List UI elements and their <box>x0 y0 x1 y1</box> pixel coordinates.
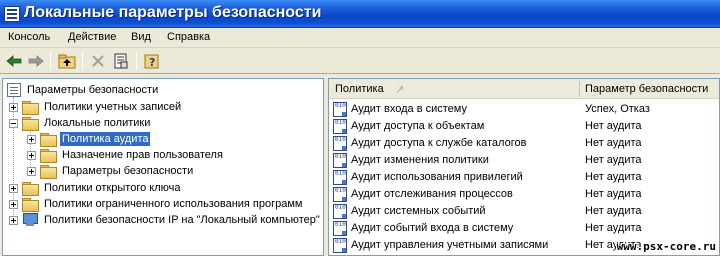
folder-open-icon <box>22 116 39 131</box>
tree-item-label: Назначение прав пользователя <box>62 149 223 161</box>
tree-item-label: Политики ограниченного использования про… <box>44 198 303 210</box>
up-folder-icon[interactable] <box>57 51 77 71</box>
table-row[interactable]: 010101 Аудит входа в систему Успех, Отказ <box>329 101 719 118</box>
cell-setting: Нет аудита <box>585 137 642 149</box>
menu-console[interactable]: Консоль <box>8 31 50 43</box>
menu-help[interactable]: Справка <box>167 31 210 43</box>
policy-setting-icon: 010101 <box>333 153 347 168</box>
cell-setting: Нет аудита <box>585 222 642 234</box>
tree-item-local-policies[interactable]: Локальные политики <box>9 115 152 131</box>
tree-item-root[interactable]: Параметры безопасности <box>7 82 160 98</box>
policy-setting-icon: 010101 <box>333 204 347 219</box>
toolbar-separator <box>136 52 137 70</box>
column-separator[interactable] <box>579 81 580 97</box>
svg-text:?: ? <box>149 56 155 69</box>
cell-policy: Аудит системных событий <box>351 205 486 217</box>
menu-bar: Консоль Действие Вид Справка <box>0 28 720 48</box>
policy-setting-icon: 010101 <box>333 136 347 151</box>
cell-policy: Аудит событий входа в систему <box>351 222 514 234</box>
tree-item-label: Политики учетных записей <box>44 101 182 113</box>
properties-icon[interactable] <box>111 51 131 71</box>
toolbar: ? <box>0 48 720 74</box>
folder-icon <box>22 197 39 212</box>
cell-policy: Аудит отслеживания процессов <box>351 188 513 200</box>
cell-policy: Аудит входа в систему <box>351 103 467 115</box>
cell-policy: Аудит доступа к службе каталогов <box>351 137 527 149</box>
cell-policy: Аудит управления учетными записями <box>351 239 549 251</box>
cell-setting: Успех, Отказ <box>585 103 650 115</box>
security-policy-app-icon <box>4 6 20 22</box>
collapse-icon[interactable] <box>9 118 18 128</box>
cell-setting: Нет аудита <box>585 205 642 217</box>
menu-action[interactable]: Действие <box>68 31 116 43</box>
tree-pane: Параметры безопасности Политики учетных … <box>2 78 324 256</box>
title-bar: Локальные параметры безопасности <box>0 0 720 28</box>
folder-icon <box>22 100 39 115</box>
cell-policy: Аудит использования привилегий <box>351 171 523 183</box>
policy-setting-icon: 010101 <box>333 102 347 117</box>
expand-icon[interactable] <box>9 199 18 209</box>
folder-icon <box>22 181 39 196</box>
expand-icon[interactable] <box>9 183 18 193</box>
tree-item-account-policies[interactable]: Политики учетных записей <box>9 99 183 115</box>
table-row[interactable]: 010101 Аудит использования привилегий Нет … <box>329 169 719 186</box>
column-header-setting[interactable]: Параметр безопасности <box>585 83 708 95</box>
folder-icon <box>40 164 57 179</box>
tree-item-label: Политики безопасности IP на "Локальный к… <box>44 214 320 226</box>
security-settings-icon <box>7 83 21 97</box>
tree-item-label: Политика аудита <box>60 132 151 146</box>
help-icon[interactable]: ? <box>142 51 162 71</box>
expand-icon[interactable] <box>27 166 36 176</box>
forward-arrow-icon[interactable] <box>26 51 46 71</box>
cell-setting: Нет аудита <box>585 188 642 200</box>
table-row[interactable]: 010101 Аудит событий входа в систему Нет а… <box>329 220 719 237</box>
watermark: www.psx-core.ru <box>616 240 716 253</box>
policy-setting-icon: 010101 <box>333 119 347 134</box>
window-title: Локальные параметры безопасности <box>24 4 322 21</box>
sort-arrow-icon: ↗ <box>395 84 405 96</box>
expand-icon[interactable] <box>27 134 36 144</box>
content-area: Параметры безопасности Политики учетных … <box>0 76 720 256</box>
column-header-policy[interactable]: Политика <box>335 83 384 95</box>
expand-icon[interactable] <box>9 215 18 225</box>
folder-icon <box>40 132 57 147</box>
cell-setting: Нет аудита <box>585 154 642 166</box>
policy-setting-icon: 010101 <box>333 221 347 236</box>
tree-item-ip-security[interactable]: Политики безопасности IP на "Локальный к… <box>9 212 322 228</box>
table-row[interactable]: 010101 Аудит отслеживания процессов Нет ау… <box>329 186 719 203</box>
tree-item-label: Параметры безопасности <box>27 84 159 96</box>
cell-setting: Нет аудита <box>585 120 642 132</box>
policy-setting-icon: 010101 <box>333 238 347 253</box>
toolbar-separator <box>82 52 83 70</box>
computer-icon <box>22 213 38 227</box>
tree-item-security-options[interactable]: Параметры безопасности <box>27 163 195 179</box>
tree-item-label: Параметры безопасности <box>62 165 194 177</box>
cell-setting: Нет аудита <box>585 171 642 183</box>
table-row[interactable]: 010101 Аудит доступа к службе каталогов Не… <box>329 135 719 152</box>
tree-item-user-rights[interactable]: Назначение прав пользователя <box>27 147 225 163</box>
cell-policy: Аудит изменения политики <box>351 154 489 166</box>
back-arrow-icon[interactable] <box>4 51 24 71</box>
expand-icon[interactable] <box>9 102 18 112</box>
table-row[interactable]: 010101 Аудит доступа к объектам Нет аудита <box>329 118 719 135</box>
tree-item-software-restriction[interactable]: Политики ограниченного использования про… <box>9 196 304 212</box>
policy-list-pane: Политика ↗ Параметр безопасности 010101 А… <box>328 78 720 256</box>
menu-view[interactable]: Вид <box>131 31 151 43</box>
table-row[interactable]: 010101 Аудит системных событий Нет аудита <box>329 203 719 220</box>
folder-icon <box>40 148 57 163</box>
table-row[interactable]: 010101 Аудит изменения политики Нет аудита <box>329 152 719 169</box>
tree-item-label: Политики открытого ключа <box>44 182 181 194</box>
tree-item-label: Локальные политики <box>44 117 151 129</box>
tree-item-public-key[interactable]: Политики открытого ключа <box>9 180 182 196</box>
policy-setting-icon: 010101 <box>333 187 347 202</box>
cell-policy: Аудит доступа к объектам <box>351 120 485 132</box>
policy-setting-icon: 010101 <box>333 170 347 185</box>
tree-item-audit-policy[interactable]: Политика аудита <box>27 131 151 147</box>
expand-icon[interactable] <box>27 150 36 160</box>
toolbar-separator <box>50 52 51 70</box>
list-header: Политика ↗ Параметр безопасности <box>329 79 719 99</box>
delete-icon[interactable] <box>88 51 108 71</box>
